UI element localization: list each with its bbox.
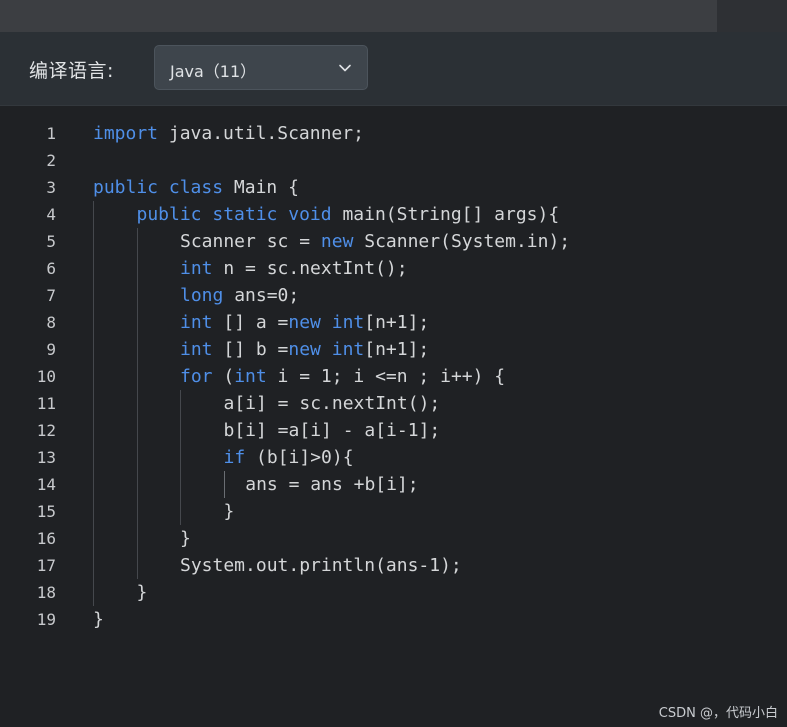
window-top-strip-corner [717, 0, 787, 32]
code-line[interactable]: 2 [0, 147, 787, 174]
code-line[interactable]: 6 int n = sc.nextInt(); [0, 255, 787, 282]
line-number: 5 [46, 232, 56, 251]
code-line[interactable]: 13 if (b[i]>0){ [0, 444, 787, 471]
window-top-strip [0, 0, 787, 32]
line-code: long ans=0; [180, 285, 300, 306]
line-code: import java.util.Scanner; [93, 123, 364, 144]
code-line[interactable]: 4 public static void main(String[] args){ [0, 201, 787, 228]
line-code: } [136, 582, 148, 603]
line-code: if (b[i]>0){ [223, 447, 354, 468]
line-number: 2 [46, 151, 56, 170]
line-number: 14 [36, 475, 56, 494]
line-code: } [93, 609, 104, 630]
line-number: 18 [36, 583, 56, 602]
line-code: int n = sc.nextInt(); [180, 258, 408, 279]
code-line[interactable]: 9 int [] b =new int[n+1]; [0, 336, 787, 363]
line-number: 9 [46, 340, 56, 359]
code-line[interactable]: 3 public class Main { [0, 174, 787, 201]
line-number: 12 [36, 421, 56, 440]
code-line[interactable]: 12 b[i] =a[i] - a[i-1]; [0, 417, 787, 444]
line-number: 13 [36, 448, 56, 467]
line-code: int [] a =new int[n+1]; [180, 312, 430, 333]
chevron-down-icon [339, 64, 351, 72]
indent-guide [136, 228, 138, 579]
line-code: } [223, 501, 235, 522]
line-number: 6 [46, 259, 56, 278]
line-code: for (int i = 1; i <=n ; i++) { [180, 366, 506, 387]
line-number: 1 [46, 124, 56, 143]
line-number: 19 [36, 610, 56, 629]
code-line[interactable]: 17 System.out.println(ans-1); [0, 552, 787, 579]
line-code: ans = ans +b[i]; [245, 474, 419, 495]
line-number: 11 [36, 394, 56, 413]
indent-guide [93, 201, 94, 606]
line-number: 10 [36, 367, 56, 386]
code-line[interactable]: 5 Scanner sc = new Scanner(System.in); [0, 228, 787, 255]
editor-toolbar: 编译语言: Java（11） [0, 32, 787, 106]
code-line[interactable]: 15} [0, 498, 787, 525]
code-line[interactable]: 11 a[i] = sc.nextInt(); [0, 390, 787, 417]
line-number: 8 [46, 313, 56, 332]
code-editor[interactable]: 1 import java.util.Scanner; 2 3 public class… [0, 106, 787, 727]
line-code: b[i] =a[i] - a[i-1]; [223, 420, 441, 441]
language-select-value: Java（11） [170, 62, 257, 81]
line-number: 16 [36, 529, 56, 548]
line-code: } [180, 528, 191, 549]
line-number: 7 [46, 286, 56, 305]
code-line[interactable]: 10 for (int i = 1; i <=n ; i++) { [0, 363, 787, 390]
line-number: 17 [36, 556, 56, 575]
code-line[interactable]: 18} [0, 579, 787, 606]
code-line[interactable]: 14 ans = ans +b[i]; [0, 471, 787, 498]
line-number: 3 [46, 178, 56, 197]
code-line[interactable]: 19} [0, 606, 787, 633]
line-code: int [] b =new int[n+1]; [180, 339, 430, 360]
line-number: 4 [46, 205, 56, 224]
line-code: public static void main(String[] args){ [136, 204, 560, 225]
line-code: a[i] = sc.nextInt(); [223, 393, 441, 414]
language-label: 编译语言: [29, 60, 114, 82]
code-line[interactable]: 7 long ans=0; [0, 282, 787, 309]
watermark: CSDN @，代码小白 [658, 706, 778, 721]
line-code: System.out.println(ans-1); [180, 555, 462, 576]
indent-guide [180, 390, 181, 525]
line-number: 15 [36, 502, 56, 521]
language-select[interactable]: Java（11） [154, 45, 368, 90]
indent-guide [223, 471, 225, 498]
code-line[interactable]: 8 int [] a =new int[n+1]; [0, 309, 787, 336]
code-line[interactable]: 1 import java.util.Scanner; [0, 120, 787, 147]
line-code: Scanner sc = new Scanner(System.in); [180, 231, 571, 252]
line-code: public class Main { [93, 177, 299, 198]
code-line[interactable]: 16} [0, 525, 787, 552]
